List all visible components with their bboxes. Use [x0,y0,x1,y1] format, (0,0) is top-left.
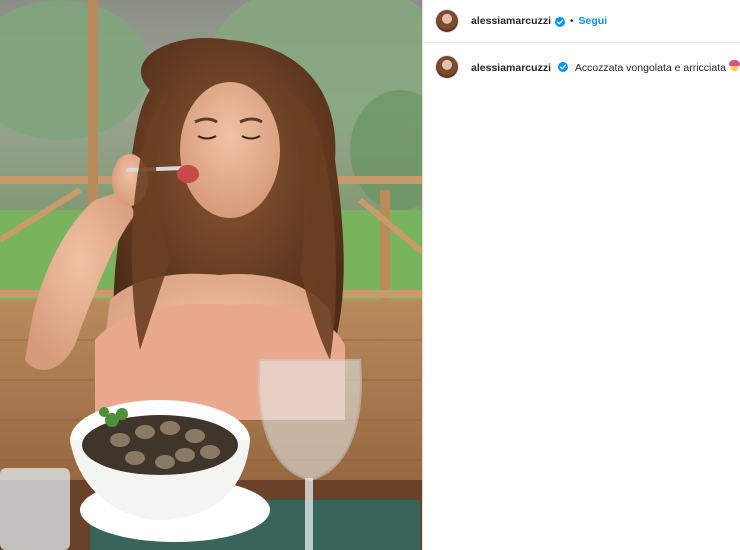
pergola-post-left [88,0,98,230]
author-avatar[interactable] [435,9,460,33]
header-separator: • [569,15,574,27]
wine-glass-stem [305,478,313,550]
water-glass [0,468,70,550]
caption-avatar[interactable] [435,55,460,79]
post-side-panel: alessiamarcuzzi • Segui alessiamarcuzzi … [423,0,740,550]
fork [126,166,187,172]
photo-illustration [0,0,423,550]
woman-getting-haircut-emoji-icon [729,59,740,72]
post-photo[interactable] [0,0,423,550]
verified-badge-icon [557,61,568,72]
lips [177,165,199,183]
caption-username[interactable]: alessiamarcuzzi [471,62,551,74]
post-header: alessiamarcuzzi • Segui [423,0,740,43]
author-username[interactable]: alessiamarcuzzi [471,15,551,27]
face [180,82,280,218]
follow-button[interactable]: Segui [579,15,608,27]
verified-badge-icon [554,17,565,27]
instagram-post-embed: alessiamarcuzzi • Segui alessiamarcuzzi … [0,0,740,550]
caption-text: Accozzata vongolata e arricciata [574,61,726,74]
caption: alessiamarcuzzi Accozzata vongolata e ar… [471,59,740,74]
caption-row: alessiamarcuzzi Accozzata vongolata e ar… [423,43,740,79]
